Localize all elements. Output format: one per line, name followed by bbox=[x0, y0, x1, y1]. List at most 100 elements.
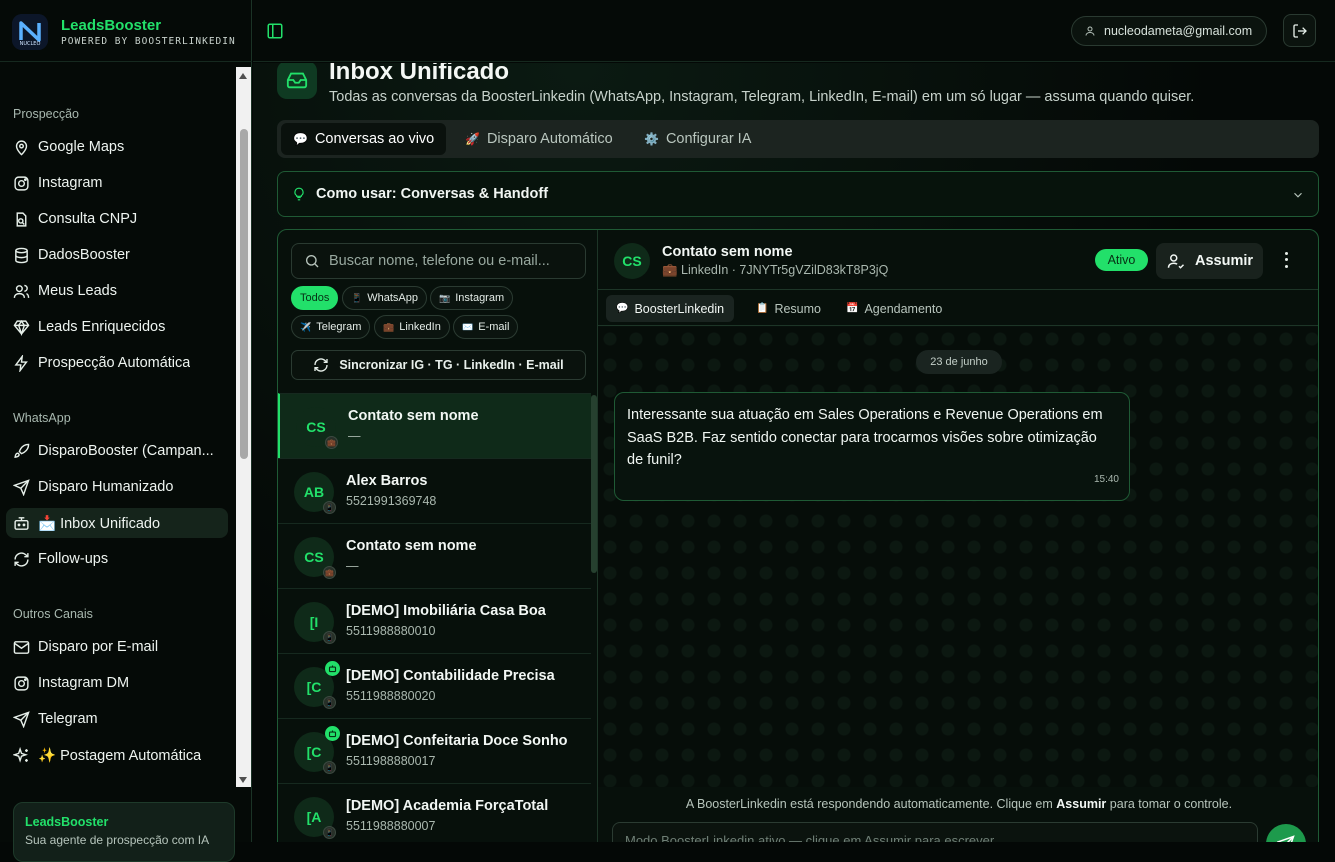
sidebar-item-prospeccao-automatica[interactable]: Prospecção Automática bbox=[6, 348, 228, 378]
conversation-subtitle: 5511988880007 bbox=[346, 819, 436, 833]
sidebar-item-instagram[interactable]: Instagram bbox=[6, 168, 228, 198]
message-bubble: Interessante sua atuação em Sales Operat… bbox=[614, 392, 1130, 501]
tab-conversas-ao-vivo[interactable]: 💬 Conversas ao vivo bbox=[281, 123, 447, 155]
message-input[interactable]: Modo BoosterLinkedin ativo — clique em A… bbox=[612, 822, 1258, 842]
promo-card: LeadsBooster Sua agente de prospecção co… bbox=[13, 802, 235, 862]
avatar: [C 📱 bbox=[294, 661, 340, 709]
chat-contact-meta: 💼 LinkedIn · 7JNYTr5gVZilD83kT8P3jQ bbox=[662, 263, 889, 277]
conversation-item[interactable]: AB 📱 Alex Barros 5521991369748 bbox=[278, 458, 591, 523]
scroll-down-arrow-icon[interactable] bbox=[239, 777, 247, 783]
inbox-title-icon-box bbox=[277, 63, 317, 99]
conversation-list-pane: Buscar nome, telefone ou e-mail... Todos… bbox=[278, 230, 598, 842]
sidebar-scrollbar[interactable] bbox=[236, 67, 251, 787]
users-icon bbox=[13, 284, 30, 298]
conversation-item[interactable]: CS 💼 Contato sem nome — bbox=[278, 523, 591, 588]
envelope-icon: ✉️ bbox=[462, 321, 474, 332]
tab-disparo-automatico[interactable]: 🚀 Disparo Automático bbox=[453, 123, 625, 155]
sidebar-item-follow-ups[interactable]: Follow-ups bbox=[6, 544, 228, 574]
tab-label: Configurar IA bbox=[665, 131, 752, 147]
send-icon bbox=[13, 710, 30, 728]
filter-chip-instagram[interactable]: 📷 Instagram bbox=[430, 286, 514, 310]
brand-logo[interactable]: NUCLEO bbox=[12, 14, 48, 50]
sidebar-item-google-maps[interactable]: Google Maps bbox=[6, 132, 228, 162]
calendar-icon: 📅 bbox=[846, 303, 859, 314]
message-time: 15:40 bbox=[1093, 473, 1119, 485]
subtab-agendamento[interactable]: 📅 Agendamento bbox=[836, 295, 952, 322]
promo-title: LeadsBooster bbox=[25, 815, 109, 829]
chat-subtabs: 💬 BoosterLinkedin 📋 Resumo 📅 Agendamento bbox=[598, 291, 1318, 326]
conversation-item[interactable]: [A 📱 [DEMO] Academia ForçaTotal 551198888… bbox=[278, 783, 591, 842]
filter-chip-telegram[interactable]: ✈️ Telegram bbox=[291, 315, 371, 339]
chat-contact-name: Contato sem nome bbox=[662, 244, 793, 260]
sync-button[interactable]: Sincronizar IG · TG · LinkedIn · E-mail bbox=[291, 350, 586, 380]
more-options-icon[interactable] bbox=[1278, 250, 1294, 270]
scroll-up-arrow-icon[interactable] bbox=[239, 73, 247, 79]
sparkles-icon bbox=[13, 746, 28, 763]
scrollbar-thumb[interactable] bbox=[240, 129, 248, 459]
filter-chip-whatsapp[interactable]: 📱 WhatsApp bbox=[342, 286, 427, 310]
search-placeholder: Buscar nome, telefone ou e-mail... bbox=[329, 253, 550, 269]
tab-configurar-ia[interactable]: ⚙️ Configurar IA bbox=[632, 123, 763, 155]
sync-label: Sincronizar IG · TG · LinkedIn · E-mail bbox=[339, 358, 564, 372]
logout-button[interactable] bbox=[1283, 14, 1316, 47]
user-icon bbox=[1085, 26, 1095, 36]
sidebar-item-leads-enriquecidos[interactable]: Leads Enriquecidos bbox=[6, 312, 228, 342]
conversation-name: [DEMO] Contabilidade Precisa bbox=[346, 668, 555, 684]
avatar: [C 📱 bbox=[294, 726, 340, 774]
search-input[interactable]: Buscar nome, telefone ou e-mail... bbox=[291, 243, 586, 279]
composer-placeholder: Modo BoosterLinkedin ativo — clique em A… bbox=[625, 833, 995, 842]
channel-badge-icon: 📱 bbox=[323, 501, 336, 514]
sidebar: NUCLEO LeadsBooster POWERED BY BOOSTERLI… bbox=[0, 0, 252, 862]
subtab-boosterlinkedin[interactable]: 💬 BoosterLinkedin bbox=[606, 295, 735, 322]
chip-label: LinkedIn bbox=[399, 321, 441, 333]
sidebar-toggle-button[interactable] bbox=[266, 22, 284, 40]
promo-text: Sua agente de prospecção com IA bbox=[25, 833, 210, 847]
sidebar-item-consulta-cnpj[interactable]: Consulta CNPJ bbox=[6, 204, 228, 234]
sidebar-item-inbox-unificado[interactable]: 📩 Inbox Unificado bbox=[6, 508, 228, 538]
conversation-name: Contato sem nome bbox=[346, 538, 477, 554]
sidebar-item-disparo-email[interactable]: Disparo por E-mail bbox=[6, 632, 228, 662]
conversation-item[interactable]: [C 📱 [DEMO] Contabilidade Precisa 551198… bbox=[278, 653, 591, 718]
sidebar-nav: Prospecção Google Maps Instagram Consult… bbox=[0, 66, 236, 786]
filter-chip-linkedin[interactable]: 💼 LinkedIn bbox=[374, 315, 450, 339]
brand-name: LeadsBooster bbox=[61, 17, 162, 34]
conversation-list-scrollbar[interactable] bbox=[591, 395, 597, 573]
filter-chip-todos[interactable]: Todos bbox=[291, 286, 339, 310]
inbox-panel: Buscar nome, telefone ou e-mail... Todos… bbox=[277, 229, 1319, 842]
sidebar-item-postagem-automatica[interactable]: ✨ Postagem Automática bbox=[6, 740, 228, 770]
file-search-icon bbox=[16, 211, 27, 227]
chip-label: Instagram bbox=[455, 292, 505, 304]
subtab-resumo[interactable]: 📋 Resumo bbox=[746, 295, 831, 322]
how-to-accordion[interactable]: Como usar: Conversas & Handoff bbox=[277, 171, 1319, 217]
sidebar-item-disparobooster[interactable]: DisparoBooster (Campan... bbox=[6, 436, 228, 466]
bot-badge-icon bbox=[325, 661, 340, 676]
chip-label: Telegram bbox=[316, 321, 362, 333]
conversation-item[interactable]: [C 📱 [DEMO] Confeitaria Doce Sonho 55119… bbox=[278, 718, 591, 783]
sidebar-item-dadosbooster[interactable]: DadosBooster bbox=[6, 240, 228, 270]
speech-bubble-icon: 💬 bbox=[293, 132, 308, 146]
logout-icon bbox=[1292, 23, 1307, 38]
sidebar-item-disparo-humanizado[interactable]: Disparo Humanizado bbox=[6, 472, 228, 502]
sidebar-item-telegram[interactable]: Telegram bbox=[6, 704, 228, 734]
zap-icon bbox=[14, 354, 28, 372]
sidebar-item-label: Leads Enriquecidos bbox=[38, 319, 166, 335]
briefcase-icon: 💼 bbox=[383, 321, 395, 332]
assume-button[interactable]: Assumir bbox=[1156, 243, 1263, 279]
user-account-pill[interactable]: nucleodameta@gmail.com bbox=[1071, 16, 1267, 46]
conversation-item[interactable]: CS 💼 Contato sem nome — bbox=[278, 393, 591, 458]
send-button[interactable] bbox=[1266, 824, 1306, 842]
sidebar-item-label: Follow-ups bbox=[38, 551, 109, 567]
sidebar-item-instagram-dm[interactable]: Instagram DM bbox=[6, 668, 228, 698]
sidebar-item-label: ✨ Postagem Automática bbox=[38, 747, 202, 764]
sidebar-item-meus-leads[interactable]: Meus Leads bbox=[6, 276, 228, 306]
main-content: Inbox Unificado Todas as conversas da Bo… bbox=[253, 63, 1335, 842]
conversation-subtitle: 5511988880020 bbox=[346, 689, 436, 703]
lightbulb-icon bbox=[294, 187, 304, 201]
sidebar-item-label: Google Maps bbox=[38, 139, 125, 155]
panel-left-icon bbox=[267, 23, 283, 39]
sidebar-item-label: DadosBooster bbox=[38, 247, 130, 263]
avatar: AB 📱 bbox=[294, 472, 336, 514]
conversation-item[interactable]: [I 📱 [DEMO] Imobiliária Casa Boa 55119888… bbox=[278, 588, 591, 653]
database-icon bbox=[15, 247, 28, 263]
filter-chip-email[interactable]: ✉️ E-mail bbox=[453, 315, 519, 339]
